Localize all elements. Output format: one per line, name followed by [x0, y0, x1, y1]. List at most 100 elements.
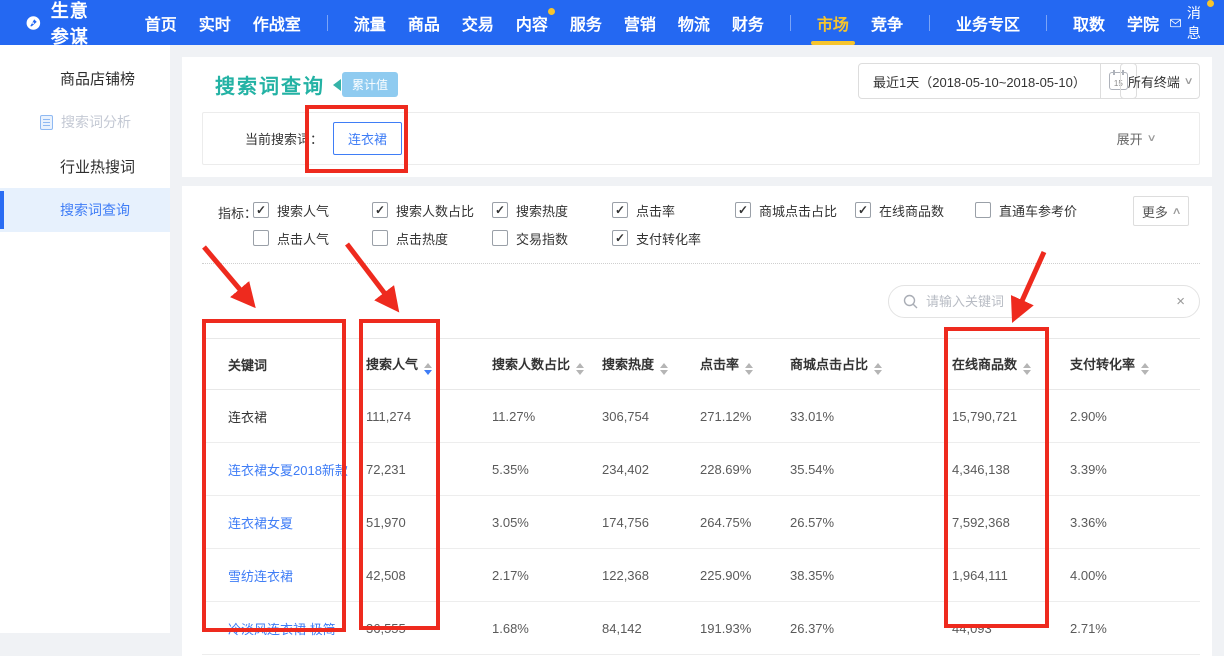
- nav-item-财务[interactable]: 财务: [732, 0, 764, 45]
- terminal-select[interactable]: 所有终端 ∨: [1120, 63, 1200, 99]
- expand-link[interactable]: 展开 ∨: [1117, 129, 1155, 148]
- metric-label: 在线商品数: [879, 201, 944, 220]
- nav-item-学院[interactable]: 学院: [1127, 0, 1159, 45]
- nav-item-商品[interactable]: 商品: [408, 0, 440, 45]
- page-title: 搜索词查询: [215, 70, 325, 99]
- nav-item-业务专区[interactable]: 业务专区: [956, 0, 1020, 45]
- sort-icon[interactable]: [1023, 363, 1031, 375]
- sort-icon[interactable]: [745, 363, 753, 375]
- metric-搜索热度[interactable]: ✓ 搜索热度: [492, 196, 568, 224]
- keyword-cell[interactable]: 连衣裙女夏2018新款: [202, 443, 358, 496]
- notification-dot: [1207, 0, 1214, 7]
- column-header-搜索人气[interactable]: 搜索人气: [358, 339, 484, 390]
- sort-icon[interactable]: [1141, 363, 1149, 375]
- metric-搜索人气[interactable]: ✓ 搜索人气: [253, 196, 329, 224]
- more-metrics-button[interactable]: 更多 ∧: [1133, 196, 1189, 226]
- value-cell: 38.35%: [782, 549, 944, 602]
- nav-item-实时[interactable]: 实时: [199, 0, 231, 45]
- sort-icon[interactable]: [576, 363, 584, 375]
- metric-交易指数[interactable]: 交易指数: [492, 224, 568, 252]
- nav-item-竞争[interactable]: 竞争: [871, 0, 903, 45]
- date-range-picker[interactable]: 最近1天（2018-05-10~2018-05-10） 15: [858, 63, 1137, 99]
- nav-item-取数[interactable]: 取数: [1073, 0, 1105, 45]
- checkbox-checked[interactable]: ✓: [612, 230, 628, 246]
- nav-item-流量[interactable]: 流量: [354, 0, 386, 45]
- metric-点击人气[interactable]: 点击人气: [253, 224, 329, 252]
- value-cell: 26.57%: [782, 496, 944, 549]
- checkbox-checked[interactable]: ✓: [372, 202, 388, 218]
- column-header-搜索人数占比[interactable]: 搜索人数占比: [484, 339, 594, 390]
- checkbox-unchecked[interactable]: [372, 230, 388, 246]
- metric-label: 支付转化率: [636, 229, 701, 248]
- chevron-down-icon: ∨: [1183, 76, 1193, 87]
- nav-item-首页[interactable]: 首页: [145, 0, 177, 45]
- divider: [202, 263, 1200, 264]
- checkbox-checked[interactable]: ✓: [253, 202, 269, 218]
- clear-icon[interactable]: ×: [1176, 293, 1185, 310]
- nav-item-营销[interactable]: 营销: [624, 0, 656, 45]
- value-cell: 51,970: [358, 496, 484, 549]
- nav-item-内容[interactable]: 内容: [516, 0, 548, 45]
- column-header-在线商品数[interactable]: 在线商品数: [944, 339, 1062, 390]
- sidebar-item-搜索词查询[interactable]: 搜索词查询: [0, 188, 170, 232]
- brand[interactable]: 生意参谋: [26, 0, 94, 49]
- checkbox-checked[interactable]: ✓: [735, 202, 751, 218]
- checkbox-unchecked[interactable]: [975, 202, 991, 218]
- keyword-cell[interactable]: 雪纺连衣裙: [202, 549, 358, 602]
- column-header-搜索热度[interactable]: 搜索热度: [594, 339, 692, 390]
- nav-item-市场[interactable]: 市场: [817, 0, 849, 45]
- metric-点击热度[interactable]: 点击热度: [372, 224, 448, 252]
- metric-在线商品数[interactable]: ✓ 在线商品数: [855, 196, 944, 224]
- column-header-支付转化率[interactable]: 支付转化率: [1062, 339, 1200, 390]
- sort-icon[interactable]: [874, 363, 882, 375]
- metric-label: 搜索热度: [516, 201, 568, 220]
- nav-item-服务[interactable]: 服务: [570, 0, 602, 45]
- checkbox-checked[interactable]: ✓: [492, 202, 508, 218]
- value-cell: 228.69%: [692, 443, 782, 496]
- nav-item-作战室[interactable]: 作战室: [253, 0, 301, 45]
- column-header-点击率[interactable]: 点击率: [692, 339, 782, 390]
- sort-icon[interactable]: [660, 363, 668, 375]
- metric-搜索人数占比[interactable]: ✓ 搜索人数占比: [372, 196, 474, 224]
- current-search-term[interactable]: 连衣裙: [333, 122, 402, 155]
- chevron-down-icon: ∨: [1146, 133, 1156, 144]
- keywords-table: 关键词搜索人气搜索人数占比搜索热度点击率商城点击占比在线商品数支付转化率 连衣裙…: [202, 338, 1200, 655]
- messages-button[interactable]: 消息: [1170, 3, 1206, 43]
- metric-直通车参考价[interactable]: 直通车参考价: [975, 196, 1077, 224]
- value-cell: 306,754: [594, 390, 692, 443]
- value-cell: 33.01%: [782, 390, 944, 443]
- sidebar-item-商品店铺榜[interactable]: 商品店铺榜: [0, 56, 170, 100]
- sidebar: 商品店铺榜搜索词分析行业热搜词搜索词查询: [0, 45, 170, 633]
- keyword-search-box: ×: [888, 285, 1200, 318]
- column-header-商城点击占比[interactable]: 商城点击占比: [782, 339, 944, 390]
- value-cell: 35.54%: [782, 443, 944, 496]
- metric-点击率[interactable]: ✓ 点击率: [612, 196, 675, 224]
- checkbox-checked[interactable]: ✓: [855, 202, 871, 218]
- value-cell: 122,368: [594, 549, 692, 602]
- checkbox-unchecked[interactable]: [253, 230, 269, 246]
- sidebar-item-搜索词分析[interactable]: 搜索词分析: [0, 100, 170, 144]
- metric-label: 搜索人气: [277, 201, 329, 220]
- keyword-cell[interactable]: 冷淡风连衣裙 极简: [202, 602, 358, 655]
- metric-label: 搜索人数占比: [396, 201, 474, 220]
- keyword-search-input[interactable]: [926, 294, 1168, 309]
- checkbox-unchecked[interactable]: [492, 230, 508, 246]
- metrics-label: 指标：: [218, 203, 257, 222]
- sidebar-item-行业热搜词[interactable]: 行业热搜词: [0, 144, 170, 188]
- nav-item-交易[interactable]: 交易: [462, 0, 494, 45]
- metric-支付转化率[interactable]: ✓ 支付转化率: [612, 224, 701, 252]
- value-cell: 5.35%: [484, 443, 594, 496]
- value-cell: 7,592,368: [944, 496, 1062, 549]
- metric-label: 直通车参考价: [999, 201, 1077, 220]
- metric-商城点击占比[interactable]: ✓商城点击占比: [735, 196, 837, 224]
- keyword-cell[interactable]: 连衣裙女夏: [202, 496, 358, 549]
- sort-asc-icon: [660, 363, 668, 368]
- nav-item-物流[interactable]: 物流: [678, 0, 710, 45]
- table-row: 连衣裙111,27411.27%306,754271.12%33.01%15,7…: [202, 390, 1200, 443]
- sort-icon[interactable]: [424, 363, 432, 375]
- checkbox-checked[interactable]: ✓: [612, 202, 628, 218]
- metric-label: 点击率: [636, 201, 675, 220]
- notification-dot: [548, 8, 555, 15]
- sidebar-item-label: 搜索词分析: [61, 112, 131, 132]
- current-search-panel: 当前搜索词： 连衣裙 展开 ∨: [202, 112, 1200, 165]
